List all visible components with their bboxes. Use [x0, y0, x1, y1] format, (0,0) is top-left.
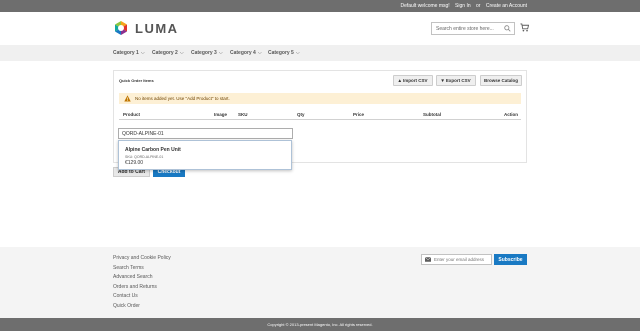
- search-placeholder: Search entire store here...: [436, 26, 494, 32]
- warning-icon: [124, 95, 131, 102]
- import-csv-label: Import CSV: [403, 78, 428, 83]
- nav-item-category-4[interactable]: Category 4 ⌵: [230, 50, 262, 56]
- create-account-link[interactable]: Create an Account: [486, 3, 527, 9]
- footer-link-privacy[interactable]: Privacy and Cookie Policy: [113, 254, 171, 264]
- empty-notice: No items added yet. Use "Add Product" to…: [119, 93, 521, 104]
- column-header-image: Image: [214, 112, 228, 117]
- nav-item-label: Category 1: [113, 50, 139, 56]
- brand-name: LUMA: [135, 20, 179, 36]
- import-arrow-icon: ▴: [398, 77, 401, 84]
- suggestion-product-sku: SKU: QORD-ALPINE-01: [125, 155, 164, 159]
- mail-icon: [425, 257, 431, 262]
- newsletter-placeholder: Enter your email address: [434, 257, 485, 262]
- chevron-down-icon: ⌵: [140, 50, 145, 56]
- welcome-message: Default welcome msg!: [400, 3, 450, 9]
- newsletter-email-input[interactable]: Enter your email address: [421, 254, 492, 265]
- subscribe-button[interactable]: Subscribe: [494, 254, 527, 265]
- nav-item-label: Category 3: [191, 50, 217, 56]
- browse-catalog-label: Browse Catalog: [483, 78, 518, 83]
- footer-link-orders-returns[interactable]: Orders and Returns: [113, 283, 171, 293]
- column-header-qty: Qty: [297, 112, 305, 117]
- footer: Privacy and Cookie Policy Search Terms A…: [0, 247, 640, 318]
- export-csv-button[interactable]: ▾ Export CSV: [436, 75, 476, 86]
- top-bar: Default welcome msg! Sign In or Create a…: [0, 0, 640, 12]
- suggestion-product-price: €129.00: [125, 160, 144, 166]
- footer-link-search-terms[interactable]: Search Terms: [113, 264, 171, 274]
- sku-input-value: QORD-ALPINE-01: [122, 131, 164, 137]
- chevron-down-icon: ⌵: [218, 50, 223, 56]
- export-arrow-icon: ▾: [441, 77, 444, 84]
- chevron-down-icon: ⌵: [295, 50, 300, 56]
- footer-links: Privacy and Cookie Policy Search Terms A…: [113, 254, 171, 311]
- or-text: or: [476, 3, 481, 9]
- search-icon[interactable]: [504, 25, 511, 32]
- column-header-price: Price: [353, 112, 365, 117]
- nav-item-category-3[interactable]: Category 3 ⌵: [191, 50, 223, 56]
- browse-catalog-button[interactable]: Browse Catalog: [480, 75, 522, 86]
- column-header-subtotal: Subtotal: [423, 112, 441, 117]
- export-csv-label: Export CSV: [445, 78, 471, 83]
- copyright-text: Copyright © 2013-present Magento, Inc. A…: [267, 322, 373, 327]
- category-nav: Category 1 ⌵ Category 2 ⌵ Category 3 ⌵ Cate…: [0, 45, 640, 61]
- sign-in-link[interactable]: Sign In: [455, 3, 471, 9]
- column-header-product: Product: [123, 112, 141, 117]
- search-input[interactable]: Search entire store here...: [431, 22, 515, 35]
- chevron-down-icon: ⌵: [257, 50, 262, 56]
- items-table-header: Product Image SKU Qty Price Subtotal Act…: [119, 109, 521, 120]
- footer-link-contact-us[interactable]: Contact Us: [113, 292, 171, 302]
- subscribe-label: Subscribe: [498, 256, 523, 263]
- notice-text: No items added yet. Use "Add Product" to…: [135, 96, 230, 101]
- product-suggestion-dropdown: Alpine Carbon Pen Unit SKU: QORD-ALPINE-…: [118, 140, 292, 170]
- nav-item-label: Category 4: [230, 50, 256, 56]
- footer-link-quick-order[interactable]: Quick Order: [113, 302, 171, 312]
- sku-search-input[interactable]: QORD-ALPINE-01: [118, 128, 293, 139]
- panel-title: Quick Order Items: [119, 78, 154, 83]
- suggestion-product-name: Alpine Carbon Pen Unit: [125, 147, 181, 153]
- nav-item-category-5[interactable]: Category 5 ⌵: [268, 50, 300, 56]
- footer-link-advanced-search[interactable]: Advanced Search: [113, 273, 171, 283]
- cart-icon[interactable]: [520, 23, 529, 32]
- import-csv-button[interactable]: ▴ Import CSV: [393, 75, 433, 86]
- nav-item-category-2[interactable]: Category 2 ⌵: [152, 50, 184, 56]
- logo[interactable]: LUMA: [113, 19, 179, 37]
- nav-item-label: Category 2: [152, 50, 178, 56]
- column-header-action: Action: [504, 112, 518, 117]
- copyright-bar: Copyright © 2013-present Magento, Inc. A…: [0, 318, 640, 331]
- header-links: Default welcome msg! Sign In or Create a…: [396, 3, 527, 9]
- column-header-sku: SKU: [238, 112, 248, 117]
- nav-item-label: Category 5: [268, 50, 294, 56]
- chevron-down-icon: ⌵: [179, 50, 184, 56]
- nav-item-category-1[interactable]: Category 1 ⌵: [113, 50, 145, 56]
- luma-logo-icon: [115, 21, 127, 35]
